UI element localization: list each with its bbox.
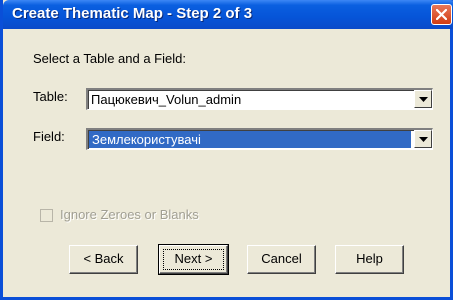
dialog-window: Create Thematic Map - Step 2 of 3 Select…: [0, 0, 453, 300]
close-button[interactable]: [431, 4, 452, 25]
table-label: Table:: [33, 89, 68, 104]
table-value: Пацюкевич_Volun_admin: [91, 92, 242, 107]
table-dropdown[interactable]: Пацюкевич_Volun_admin: [86, 88, 433, 110]
field-dropdown-button[interactable]: [414, 130, 432, 148]
next-button[interactable]: Next >: [158, 244, 229, 275]
close-icon: [436, 9, 447, 20]
field-dropdown[interactable]: Землекористувачі: [86, 128, 433, 150]
title-bar[interactable]: Create Thematic Map - Step 2 of 3: [3, 0, 453, 29]
cancel-button[interactable]: Cancel: [247, 245, 316, 274]
table-dropdown-button[interactable]: [414, 90, 432, 108]
chevron-down-icon: [419, 137, 428, 142]
ignore-zeroes-label: Ignore Zeroes or Blanks: [60, 207, 199, 222]
help-button[interactable]: Help: [335, 245, 404, 274]
instruction-label: Select a Table and a Field:: [33, 51, 186, 66]
back-button[interactable]: < Back: [69, 245, 138, 274]
field-label: Field:: [33, 129, 65, 144]
field-value: Землекористувачі: [89, 131, 411, 148]
ignore-zeroes-checkbox[interactable]: [40, 209, 53, 222]
chevron-down-icon: [419, 97, 428, 102]
dialog-title: Create Thematic Map - Step 2 of 3: [12, 5, 253, 22]
